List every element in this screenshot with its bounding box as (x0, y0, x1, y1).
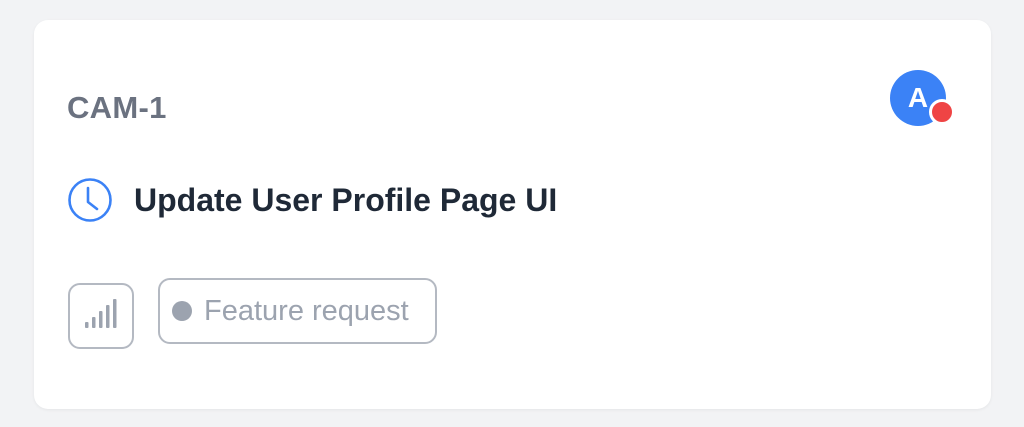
label-text: Feature request (204, 294, 409, 327)
clock-icon[interactable] (66, 176, 114, 224)
issue-id: CAM-1 (67, 90, 167, 125)
title-row: Update User Profile Page UI (66, 176, 557, 224)
priority-button[interactable] (68, 283, 134, 349)
avatar-status-indicator (929, 99, 955, 125)
label-badge[interactable]: Feature request (158, 278, 437, 344)
avatar-initial: A (907, 82, 929, 113)
label-dot (172, 301, 192, 321)
signal-bars-icon (83, 296, 119, 337)
issue-title[interactable]: Update User Profile Page UI (134, 180, 557, 220)
issue-card[interactable]: CAM-1 A Update User Profile Page UI Feat… (34, 20, 991, 409)
